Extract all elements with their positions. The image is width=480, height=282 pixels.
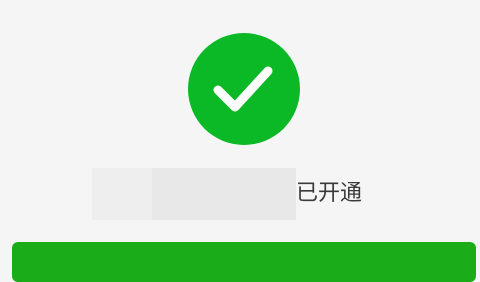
success-checkmark-icon [188,33,300,145]
primary-action-button[interactable] [12,242,476,282]
checkmark-icon [213,66,273,112]
status-text: 已开通 [296,181,363,206]
redacted-service-name [92,168,296,220]
redacted-block [152,168,296,220]
